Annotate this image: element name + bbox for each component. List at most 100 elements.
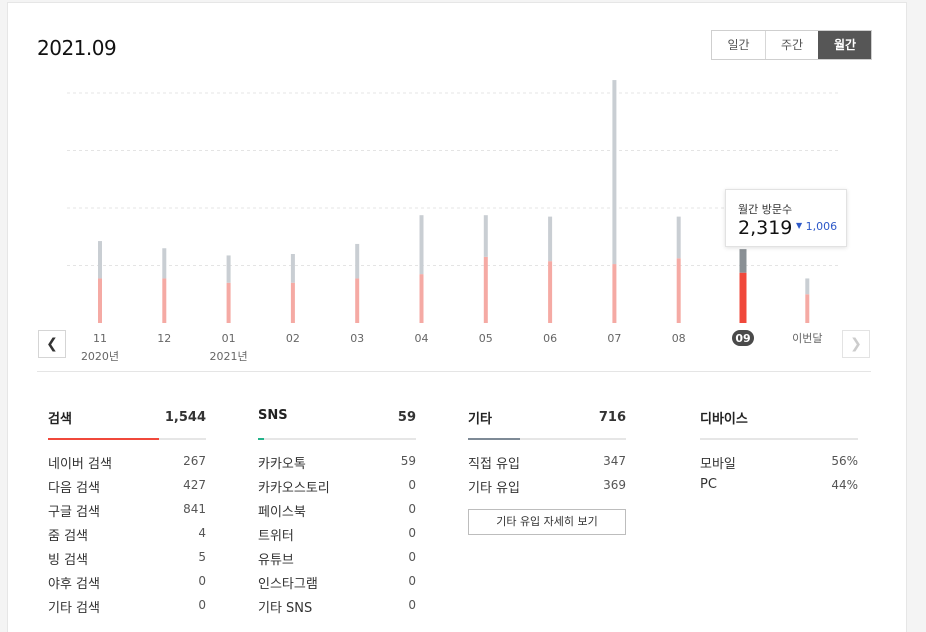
visits-bar-chart: 11 2020년 12 01 2021년 02 03 04 05 06 07 08 09 이번달: [67, 80, 840, 363]
stats-row-label: 트위터: [258, 529, 294, 544]
stats-etc: 기타 716 직접 유입 347 기타 유입 369 기타 유입 자세히 보기: [468, 408, 626, 535]
stats-row-value: 5: [198, 550, 206, 564]
stats-search-row: 다음 검색 427: [48, 477, 206, 501]
stats-sns-ratio-fill: [258, 438, 265, 440]
stats-search-total: 1,544: [164, 410, 206, 425]
stats-row-label: 카카오스토리: [258, 481, 330, 496]
stats-row-label: 야후 검색: [48, 577, 100, 592]
stats-row-value: 44%: [831, 478, 858, 492]
stats-sns-ratio-bar: [258, 438, 416, 440]
stats-search-title: 검색: [48, 412, 72, 427]
bar-series-0[interactable]: [355, 278, 360, 323]
stats-etc-row: 직접 유입 347: [468, 453, 626, 477]
tooltip-value: 2,319: [738, 217, 793, 239]
stats-row-label: 카카오톡: [258, 457, 306, 472]
stats-row-value: 0: [408, 526, 416, 540]
stats-search-ratio-fill: [48, 438, 159, 440]
tooltip-diff: ▼ 1,006: [796, 220, 837, 233]
stats-row-label: 기타 SNS: [258, 601, 313, 616]
chart-prev-button[interactable]: ❮: [38, 330, 66, 358]
bar-series-0[interactable]: [419, 274, 424, 323]
stats-row-label: 다음 검색: [48, 481, 100, 496]
stats-row-label: PC: [700, 477, 717, 492]
stats-row-value: 267: [183, 454, 206, 468]
stats-row-value: 0: [198, 574, 206, 588]
etc-detail-button[interactable]: 기타 유입 자세히 보기: [468, 509, 626, 535]
x-tick-label: 이번달: [792, 332, 822, 345]
bar-series-1[interactable]: [355, 243, 360, 279]
stats-etc-ratio-bar: [468, 438, 626, 440]
bar-series-0[interactable]: [739, 272, 747, 323]
stats-row-value: 0: [408, 502, 416, 516]
bar-series-0[interactable]: [805, 294, 810, 323]
stats-row-label: 구글 검색: [48, 505, 100, 520]
stats-row-value: 347: [603, 454, 626, 468]
x-tick-label: 11: [93, 332, 107, 345]
stats-search-row: 기타 검색 0: [48, 597, 206, 621]
stats-sns-row: 카카오톡 59: [258, 453, 416, 477]
bar-series-1[interactable]: [419, 215, 424, 275]
stats-sns-header: SNS 59: [258, 408, 416, 438]
bar-series-0[interactable]: [162, 278, 167, 323]
stats-search-header: 검색 1,544: [48, 408, 206, 438]
divider: [37, 371, 871, 372]
stats-search-ratio-bar: [48, 438, 206, 440]
stats-row-label: 페이스북: [258, 505, 306, 520]
stats-row-value: 0: [408, 598, 416, 612]
stats-row-label: 네이버 검색: [48, 457, 112, 472]
x-tick-label: 04: [415, 332, 429, 345]
bar-series-1[interactable]: [805, 278, 810, 295]
bar-series-1[interactable]: [612, 80, 617, 265]
bar-series-1[interactable]: [483, 215, 488, 257]
bar-series-0[interactable]: [290, 282, 295, 323]
bar-series-1[interactable]: [739, 249, 747, 273]
chart-next-button[interactable]: ❯: [842, 330, 870, 358]
stats-search-row: 줌 검색 4: [48, 525, 206, 549]
bar-series-1[interactable]: [162, 248, 167, 279]
bar-series-0[interactable]: [548, 261, 553, 323]
stats-search: 검색 1,544 네이버 검색 267 다음 검색 427 구글 검색 841 줌 검색 4 빙…: [48, 408, 206, 621]
stats-row-value: 4: [198, 526, 206, 540]
chevron-right-icon: ❯: [850, 336, 862, 352]
x-tick-label: 09: [735, 332, 750, 345]
stats-search-row: 구글 검색 841: [48, 501, 206, 525]
stats-search-row: 야후 검색 0: [48, 573, 206, 597]
x-tick-label: 12: [157, 332, 171, 345]
stats-row-label: 모바일: [700, 457, 736, 472]
stats-row-value: 841: [183, 502, 206, 516]
stats-sns-row: 인스타그램 0: [258, 573, 416, 597]
stats-sns: SNS 59 카카오톡 59 카카오스토리 0 페이스북 0 트위터 0 유튜브 0 인스타그램 0 기…: [258, 408, 416, 621]
x-tick-label: 07: [607, 332, 621, 345]
bar-series-1[interactable]: [548, 216, 553, 262]
stats-search-row: 빙 검색 5: [48, 549, 206, 573]
stats-row-value: 427: [183, 478, 206, 492]
tooltip-label: 월간 방문수: [738, 203, 793, 216]
x-tick-label: 08: [672, 332, 686, 345]
bar-series-0[interactable]: [226, 282, 231, 323]
stats-row-value: 59: [400, 454, 416, 468]
bar-series-1[interactable]: [98, 241, 102, 279]
stats-etc-ratio-fill: [468, 438, 521, 440]
x-tick-label: 06: [543, 332, 557, 345]
chevron-left-icon: ❮: [46, 336, 58, 352]
bar-series-0[interactable]: [612, 264, 617, 323]
bar-series-1[interactable]: [676, 216, 681, 259]
bar-series-0[interactable]: [483, 256, 488, 323]
stats-sns-row: 페이스북 0: [258, 501, 416, 525]
stats-device-row: 모바일 56%: [700, 453, 858, 477]
stats-row-value: 0: [198, 598, 206, 612]
stats-device: 디바이스 모바일 56% PC 44%: [700, 408, 858, 501]
bar-series-0[interactable]: [98, 278, 102, 323]
x-tick-label: 02: [286, 332, 300, 345]
bar-series-1[interactable]: [290, 254, 295, 283]
stats-device-header: 디바이스: [700, 408, 858, 438]
stats-row-label: 기타 검색: [48, 601, 100, 616]
stats-sns-row: 카카오스토리 0: [258, 477, 416, 501]
stats-row-value: 0: [408, 478, 416, 492]
stats-row-label: 유튜브: [258, 553, 294, 568]
chart-tooltip: 월간 방문수 2,319 ▼ 1,006: [725, 189, 847, 247]
caret-down-icon: ▼: [796, 221, 803, 230]
stats-search-row: 네이버 검색 267: [48, 453, 206, 477]
bar-series-1[interactable]: [226, 255, 231, 283]
bar-series-0[interactable]: [676, 258, 681, 323]
